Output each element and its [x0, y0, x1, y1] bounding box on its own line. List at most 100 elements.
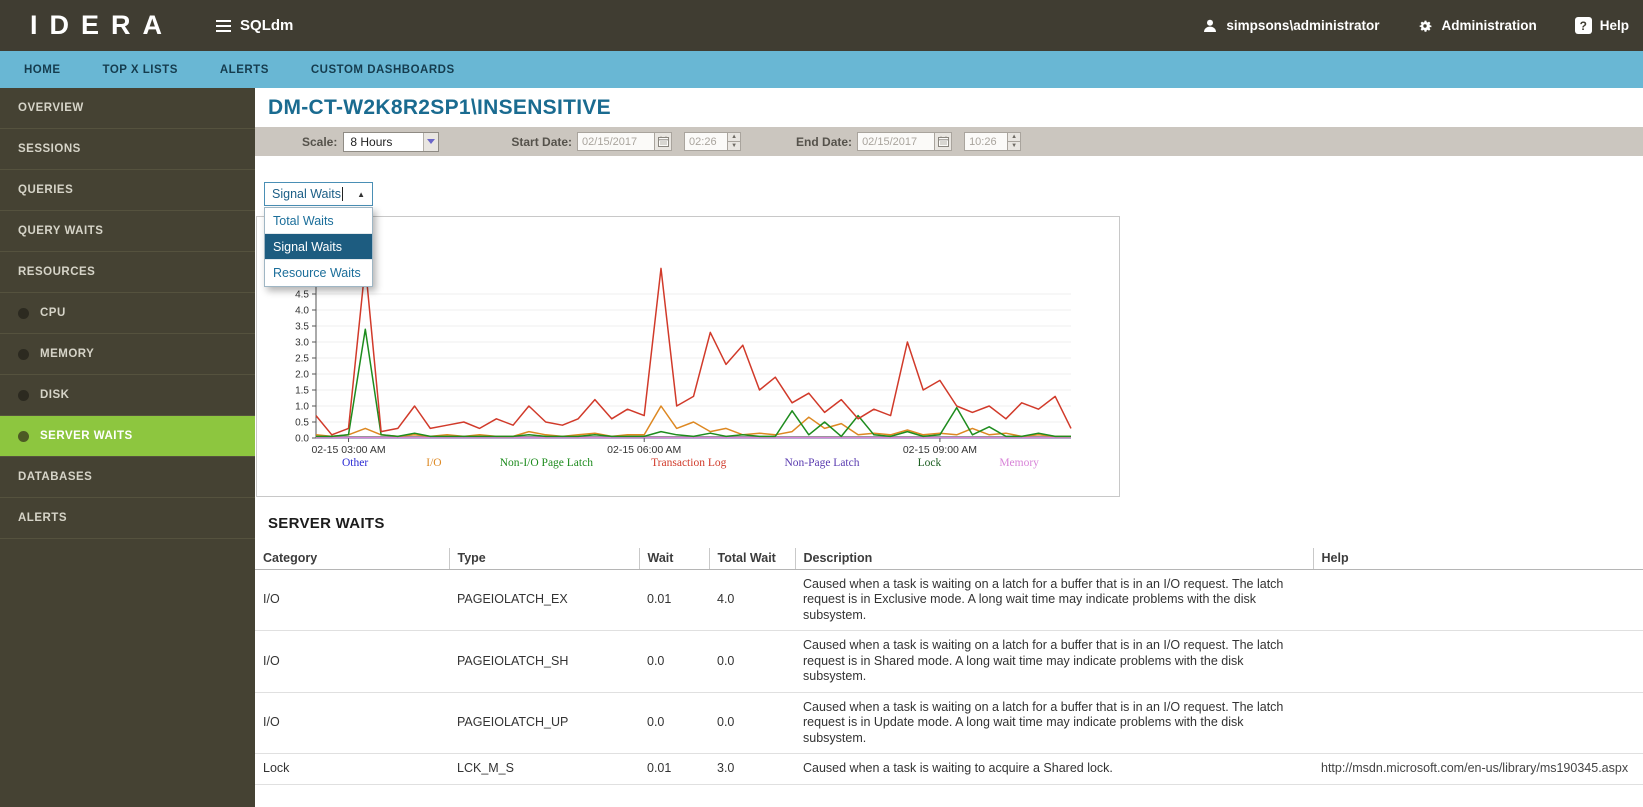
table-body: I/OPAGEIOLATCH_EX0.014.0Caused when a ta…	[255, 569, 1643, 784]
dropdown-option-resource-waits[interactable]: Resource Waits	[265, 260, 372, 286]
sidebar-item-label: DATABASES	[18, 471, 92, 483]
cell-description: Caused when a task is waiting to acquire…	[795, 754, 1313, 785]
col-header-category: Category	[255, 548, 449, 569]
nav-tab-alerts[interactable]: ALERTS	[199, 51, 290, 88]
cell-wait: 0.0	[639, 692, 709, 754]
help-label: Help	[1600, 18, 1629, 33]
page-title: DM-CT-W2K8R2SP1\INSENSITIVE	[268, 96, 611, 120]
administration-menu[interactable]: Administration	[1417, 18, 1536, 34]
cell-category: Lock	[255, 754, 449, 785]
sidebar-item-label: CPU	[40, 307, 66, 319]
sidebar-item-label: RESOURCES	[18, 266, 95, 278]
section-title: SERVER WAITS	[268, 515, 385, 532]
cell-category: I/O	[255, 631, 449, 693]
time-toolbar: Scale: 8 Hours Start Date: ▲▼ End Date: …	[255, 127, 1643, 156]
cell-type: PAGEIOLATCH_EX	[449, 569, 639, 631]
table-row: LockLCK_M_S0.013.0Caused when a task is …	[255, 754, 1643, 785]
start-date-calendar-icon[interactable]	[655, 132, 672, 151]
sidebar-item-memory[interactable]: MEMORY	[0, 334, 255, 375]
hamburger-menu-icon[interactable]	[216, 20, 231, 32]
nav-tab-top-x-lists[interactable]: TOP X LISTS	[82, 51, 199, 88]
wait-type-dropdown-button[interactable]: Signal Waits ▲	[264, 182, 373, 206]
bullet-icon	[18, 390, 29, 401]
sidebar-item-queries[interactable]: QUERIES	[0, 170, 255, 211]
end-date-calendar-icon[interactable]	[935, 132, 952, 151]
sidebar-item-sessions[interactable]: SESSIONS	[0, 129, 255, 170]
table-row: I/OPAGEIOLATCH_UP0.00.0Caused when a tas…	[255, 692, 1643, 754]
sidebar-item-cpu[interactable]: CPU	[0, 293, 255, 334]
svg-text:2.5: 2.5	[295, 354, 309, 365]
start-date-input[interactable]	[577, 132, 655, 151]
scale-value: 8 Hours	[350, 135, 392, 149]
chart-panel: Signal Waits (ms) 0.00.51.01.52.02.53.03…	[256, 216, 1120, 497]
svg-text:4.5: 4.5	[295, 290, 309, 301]
sidebar-item-label: QUERY WAITS	[18, 225, 103, 237]
cell-help	[1313, 569, 1643, 631]
scale-select[interactable]: 8 Hours	[343, 132, 439, 152]
wait-type-dropdown: Signal Waits ▲ Total WaitsSignal WaitsRe…	[264, 182, 373, 287]
administration-label: Administration	[1441, 18, 1536, 33]
user-name: simpsons\administrator	[1226, 18, 1379, 33]
end-date-input[interactable]	[857, 132, 935, 151]
cell-description: Caused when a task is waiting on a latch…	[795, 692, 1313, 754]
svg-text:4.0: 4.0	[295, 306, 309, 317]
legend-non-page-latch: Non-Page Latch	[784, 457, 859, 469]
chart-legend: OtherI/ONon-I/O Page LatchTransaction Lo…	[342, 457, 1039, 469]
cell-help	[1313, 631, 1643, 693]
dropdown-option-signal-waits[interactable]: Signal Waits	[265, 234, 372, 260]
select-arrow-icon	[423, 133, 438, 151]
spin-up-icon: ▲	[728, 133, 740, 141]
sidebar-item-label: ALERTS	[18, 512, 67, 524]
bullet-icon	[18, 431, 29, 442]
cell-help	[1313, 692, 1643, 754]
main-nav: HOMETOP X LISTSALERTSCUSTOM DASHBOARDS	[0, 51, 1643, 88]
wait-type-value: Signal Waits	[272, 187, 341, 201]
sidebar-item-alerts[interactable]: ALERTS	[0, 498, 255, 539]
svg-text:02-15 03:00 AM: 02-15 03:00 AM	[311, 444, 385, 456]
cell-description: Caused when a task is waiting on a latch…	[795, 631, 1313, 693]
sidebar-item-server-waits[interactable]: SERVER WAITS	[0, 416, 255, 457]
sidebar-item-resources[interactable]: RESOURCES	[0, 252, 255, 293]
sidebar-item-disk[interactable]: DISK	[0, 375, 255, 416]
nav-tab-home[interactable]: HOME	[3, 51, 82, 88]
svg-text:3.0: 3.0	[295, 338, 309, 349]
cell-total-wait: 4.0	[709, 569, 795, 631]
svg-text:1.0: 1.0	[295, 402, 309, 413]
cell-wait: 0.0	[639, 631, 709, 693]
sidebar-item-query-waits[interactable]: QUERY WAITS	[0, 211, 255, 252]
idera-logo: IDERA	[30, 10, 174, 41]
svg-text:1.5: 1.5	[295, 386, 309, 397]
end-time-spinner[interactable]: ▲▼	[1008, 132, 1021, 151]
legend-memory: Memory	[999, 457, 1039, 469]
sidebar-item-databases[interactable]: DATABASES	[0, 457, 255, 498]
app-name-label: SQLdm	[240, 17, 293, 34]
cell-total-wait: 0.0	[709, 692, 795, 754]
cell-category: I/O	[255, 569, 449, 631]
cell-type: PAGEIOLATCH_UP	[449, 692, 639, 754]
cell-total-wait: 3.0	[709, 754, 795, 785]
start-date-label: Start Date:	[511, 135, 572, 149]
app-name: SQLdm	[216, 17, 293, 34]
start-time-spinner[interactable]: ▲▼	[728, 132, 741, 151]
text-cursor	[342, 187, 343, 201]
server-waits-table-wrap: CategoryTypeWaitTotal WaitDescriptionHel…	[255, 548, 1643, 807]
dropdown-option-total-waits[interactable]: Total Waits	[265, 208, 372, 234]
table-row: I/OPAGEIOLATCH_SH0.00.0Caused when a tas…	[255, 631, 1643, 693]
sidebar-item-label: QUERIES	[18, 184, 73, 196]
cell-help: http://msdn.microsoft.com/en-us/library/…	[1313, 754, 1643, 785]
cell-total-wait: 0.0	[709, 631, 795, 693]
sidebar-item-label: SERVER WAITS	[40, 430, 133, 442]
help-menu[interactable]: ? Help	[1575, 17, 1629, 34]
start-time-input[interactable]	[684, 132, 728, 151]
user-menu[interactable]: simpsons\administrator	[1202, 18, 1379, 34]
main-content: DM-CT-W2K8R2SP1\INSENSITIVE Scale: 8 Hou…	[255, 88, 1643, 807]
table-header-row: CategoryTypeWaitTotal WaitDescriptionHel…	[255, 548, 1643, 569]
top-header: IDERA SQLdm simpsons\administrator Admin…	[0, 0, 1643, 51]
gear-icon	[1417, 18, 1433, 34]
col-header-wait: Wait	[639, 548, 709, 569]
cell-type: LCK_M_S	[449, 754, 639, 785]
nav-tab-custom-dashboards[interactable]: CUSTOM DASHBOARDS	[290, 51, 476, 88]
legend-i-o: I/O	[426, 457, 441, 469]
end-time-input[interactable]	[964, 132, 1008, 151]
sidebar-item-overview[interactable]: OVERVIEW	[0, 88, 255, 129]
